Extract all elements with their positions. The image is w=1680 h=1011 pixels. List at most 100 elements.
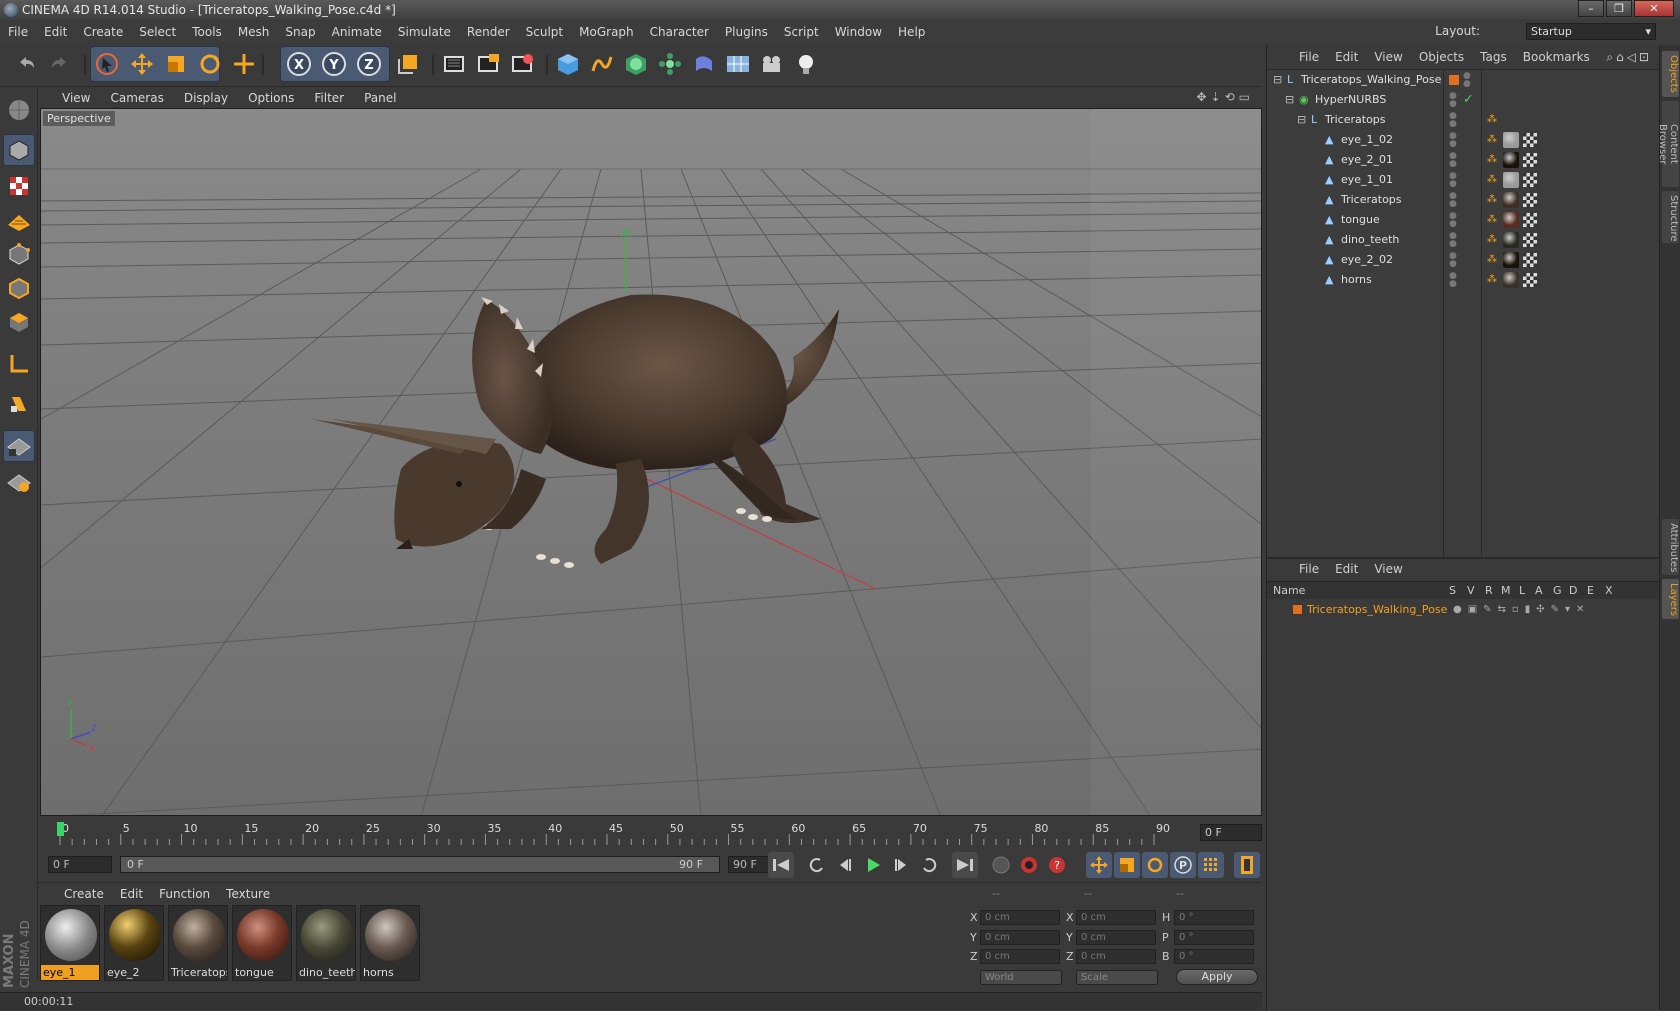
redo-icon[interactable] bbox=[44, 48, 76, 80]
key-parameter-icon[interactable]: P bbox=[1170, 852, 1196, 878]
menu-animate[interactable]: Animate bbox=[324, 21, 390, 43]
timeline-window-icon[interactable] bbox=[1234, 852, 1260, 878]
material-tag-icon[interactable] bbox=[1503, 212, 1519, 228]
layer-menu-view[interactable]: View bbox=[1366, 562, 1410, 576]
material-swatch[interactable]: tongue bbox=[232, 905, 292, 981]
axis-mode-icon[interactable] bbox=[3, 348, 35, 380]
material-menu-function[interactable]: Function bbox=[151, 887, 218, 901]
object-row[interactable]: ▲ dino_teeth ● ● ⁂ bbox=[1267, 230, 1660, 250]
menu-simulate[interactable]: Simulate bbox=[390, 21, 459, 43]
menu-tools[interactable]: Tools bbox=[184, 21, 230, 43]
material-swatch[interactable]: dino_teeth bbox=[296, 905, 356, 981]
points-mode-icon[interactable] bbox=[3, 238, 35, 270]
object-row[interactable]: ⊟ ◉ HyperNURBS ● ● ✓ bbox=[1267, 90, 1660, 110]
tab-objects[interactable]: Objects bbox=[1662, 51, 1679, 97]
material-tag-icon[interactable] bbox=[1503, 252, 1519, 268]
phong-tag-icon[interactable]: ⁂ bbox=[1487, 250, 1497, 270]
phong-tag-icon[interactable]: ⁂ bbox=[1487, 210, 1497, 230]
material-tag-icon[interactable] bbox=[1503, 272, 1519, 288]
layer-menu-file[interactable]: File bbox=[1291, 562, 1327, 576]
next-key-icon[interactable] bbox=[916, 852, 942, 878]
size-x-field[interactable]: 0 cm bbox=[1076, 910, 1156, 925]
viewport-perspective[interactable]: Y Z X Perspective bbox=[40, 108, 1262, 816]
object-row[interactable]: ▲ eye_1_01 ● ● ⁂ bbox=[1267, 170, 1660, 190]
render-settings-icon[interactable] bbox=[506, 48, 538, 80]
tab-attributes[interactable]: Attributes bbox=[1662, 519, 1679, 575]
z-axis-icon[interactable]: Z bbox=[353, 48, 385, 80]
rotation-b-field[interactable]: 0 ° bbox=[1174, 949, 1254, 964]
object-menu-objects[interactable]: Objects bbox=[1411, 50, 1472, 64]
object-row[interactable]: ▲ tongue ● ● ⁂ bbox=[1267, 210, 1660, 230]
viewport-menu-options[interactable]: Options bbox=[238, 91, 304, 105]
visibility-dots-icon[interactable]: ● ● bbox=[1449, 232, 1457, 249]
cube-icon[interactable] bbox=[552, 48, 584, 80]
phong-tag-icon[interactable]: ⁂ bbox=[1487, 230, 1497, 250]
select-arrow-icon[interactable] bbox=[91, 48, 123, 80]
rotation-p-field[interactable]: 0 ° bbox=[1174, 930, 1254, 945]
render-picture-viewer-icon[interactable] bbox=[472, 48, 504, 80]
texture-mode-icon[interactable] bbox=[3, 170, 35, 202]
menu-snap[interactable]: Snap bbox=[277, 21, 323, 43]
visibility-dots-icon[interactable]: ● ● bbox=[1463, 72, 1471, 89]
locked-workplane-icon[interactable] bbox=[3, 466, 35, 498]
uvw-tag-icon[interactable] bbox=[1523, 273, 1537, 287]
visibility-dots-icon[interactable]: ● ● bbox=[1449, 92, 1457, 109]
apply-button[interactable]: Apply bbox=[1176, 969, 1258, 985]
visibility-dots-icon[interactable]: ● ● bbox=[1449, 132, 1457, 149]
nurbs-icon[interactable] bbox=[620, 48, 652, 80]
object-menu-bookmarks[interactable]: Bookmarks bbox=[1515, 50, 1598, 64]
visibility-dots-icon[interactable]: ● ● bbox=[1449, 192, 1457, 209]
object-row[interactable]: ▲ eye_1_02 ● ● ⁂ bbox=[1267, 130, 1660, 150]
phong-tag-icon[interactable]: ⁂ bbox=[1487, 110, 1497, 130]
record-keys-icon[interactable] bbox=[988, 852, 1014, 878]
menu-edit[interactable]: Edit bbox=[36, 21, 75, 43]
object-menu-view[interactable]: View bbox=[1366, 50, 1410, 64]
menu-create[interactable]: Create bbox=[75, 21, 131, 43]
tweak-mode-icon[interactable] bbox=[3, 388, 35, 420]
keyframe-selection-icon[interactable]: ? bbox=[1044, 852, 1070, 878]
y-axis-icon[interactable]: Y bbox=[318, 48, 350, 80]
menu-plugins[interactable]: Plugins bbox=[717, 21, 776, 43]
layer-flags-icon[interactable]: ●▣✎⇆▫▮✣✎▾✕ bbox=[1453, 601, 1590, 619]
autokey-icon[interactable] bbox=[1016, 852, 1042, 878]
layer-menu-edit[interactable]: Edit bbox=[1327, 562, 1366, 576]
material-menu-texture[interactable]: Texture bbox=[218, 887, 278, 901]
maximize-button[interactable]: ❐ bbox=[1606, 0, 1632, 17]
material-swatch[interactable]: Triceratops bbox=[168, 905, 228, 981]
material-swatch[interactable]: horns bbox=[360, 905, 420, 981]
phong-tag-icon[interactable]: ⁂ bbox=[1487, 150, 1497, 170]
render-view-icon[interactable] bbox=[438, 48, 470, 80]
size-y-field[interactable]: 0 cm bbox=[1076, 930, 1156, 945]
menu-mesh[interactable]: Mesh bbox=[230, 21, 278, 43]
visibility-dots-icon[interactable]: ● ● bbox=[1449, 152, 1457, 169]
object-row[interactable]: ▲ eye_2_01 ● ● ⁂ bbox=[1267, 150, 1660, 170]
menu-sculpt[interactable]: Sculpt bbox=[518, 21, 571, 43]
visibility-dots-icon[interactable]: ● ● bbox=[1449, 212, 1457, 229]
make-editable-icon[interactable] bbox=[3, 94, 35, 126]
go-to-end-icon[interactable] bbox=[952, 852, 978, 878]
timeline-ruler[interactable]: 0 5 10 15 20 25 30 35 40 45 50 55 60 65 70 75 80 85 90 bbox=[50, 820, 1174, 846]
frame-range-slider[interactable]: 0 F 90 F bbox=[120, 856, 720, 873]
object-row[interactable]: ▲ horns ● ● ⁂ bbox=[1267, 270, 1660, 290]
menu-window[interactable]: Window bbox=[827, 21, 890, 43]
material-swatch[interactable]: eye_1 bbox=[40, 905, 100, 981]
visibility-dots-icon[interactable]: ● ● bbox=[1449, 272, 1457, 289]
polygons-mode-icon[interactable] bbox=[3, 306, 35, 338]
search-icon[interactable]: ⌕⌂◁⊡ bbox=[1606, 50, 1652, 65]
size-z-field[interactable]: 0 cm bbox=[1076, 949, 1156, 964]
menu-help[interactable]: Help bbox=[890, 21, 933, 43]
tab-structure[interactable]: Structure bbox=[1662, 191, 1679, 243]
light-icon[interactable] bbox=[790, 48, 822, 80]
menu-select[interactable]: Select bbox=[131, 21, 184, 43]
scale-icon[interactable] bbox=[160, 48, 192, 80]
array-icon[interactable] bbox=[654, 48, 686, 80]
live-select-icon[interactable] bbox=[228, 48, 260, 80]
world-select[interactable]: World bbox=[980, 970, 1062, 985]
visibility-dots-icon[interactable]: ● ● bbox=[1449, 252, 1457, 269]
menu-character[interactable]: Character bbox=[642, 21, 717, 43]
expand-icon[interactable]: ⊟ bbox=[1273, 70, 1282, 90]
playhead[interactable] bbox=[57, 822, 64, 836]
tab-content-browser[interactable]: Content Browser bbox=[1657, 101, 1679, 187]
menu-render[interactable]: Render bbox=[459, 21, 518, 43]
uvw-tag-icon[interactable] bbox=[1523, 233, 1537, 247]
